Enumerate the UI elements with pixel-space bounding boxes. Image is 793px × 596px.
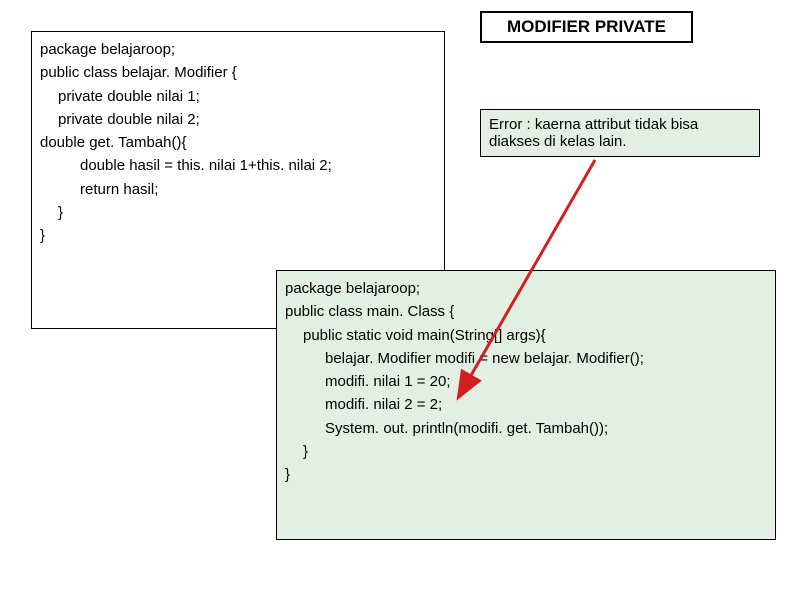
code-line: private double nilai 1; (40, 85, 436, 108)
code-line: package belajaroop; (285, 277, 767, 300)
code-line: package belajaroop; (40, 38, 436, 61)
code-line: modifi. nilai 2 = 2; (285, 393, 767, 416)
title-box: MODIFIER PRIVATE (480, 11, 693, 43)
code-line: double hasil = this. nilai 1+this. nilai… (40, 154, 436, 177)
code-line: double get. Tambah(){ (40, 131, 436, 154)
code-line: public class belajar. Modifier { (40, 61, 436, 84)
code-line: public static void main(String[] args){ (285, 324, 767, 347)
title-text: MODIFIER PRIVATE (507, 17, 666, 36)
code-line: belajar. Modifier modifi = new belajar. … (285, 347, 767, 370)
code-box-2: package belajaroop; public class main. C… (276, 270, 776, 540)
code-line: private double nilai 2; (40, 108, 436, 131)
error-text: Error : kaerna attribut tidak bisa diaks… (489, 116, 698, 150)
code-line: public class main. Class { (285, 300, 767, 323)
code-line: } (40, 224, 436, 247)
code-line: } (285, 440, 767, 463)
code-line: System. out. println(modifi. get. Tambah… (285, 417, 767, 440)
code-line: return hasil; (40, 178, 436, 201)
error-box: Error : kaerna attribut tidak bisa diaks… (480, 109, 760, 157)
code-line: modifi. nilai 1 = 20; (285, 370, 767, 393)
code-line: } (285, 463, 767, 486)
code-line: } (40, 201, 436, 224)
